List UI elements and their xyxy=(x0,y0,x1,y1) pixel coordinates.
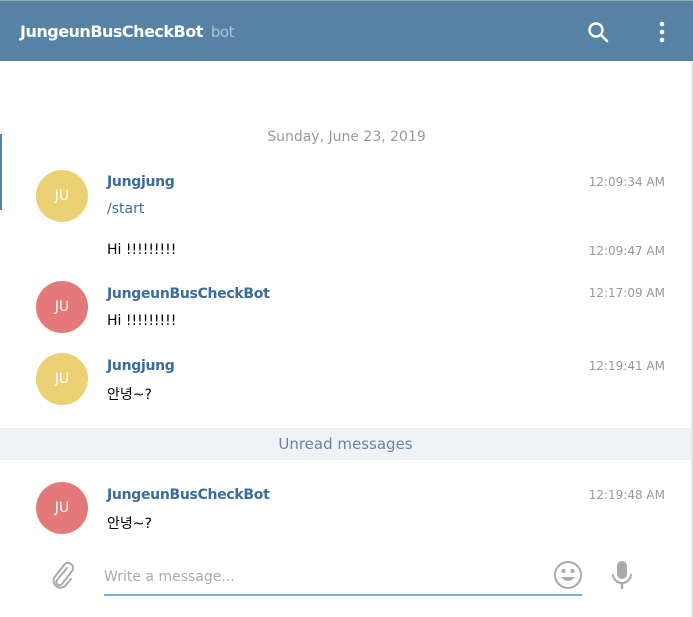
chat-title[interactable]: JungeunBusCheckBot bot xyxy=(20,22,234,41)
message-text: Hi !!!!!!!!! xyxy=(107,242,177,258)
message-text: Hi !!!!!!!!! xyxy=(107,313,177,329)
sender-name[interactable]: Jungjung xyxy=(107,358,175,374)
sender-name[interactable]: JungeunBusCheckBot xyxy=(107,286,270,302)
sender-name[interactable]: JungeunBusCheckBot xyxy=(107,487,270,503)
message-time: 12:09:34 AM xyxy=(588,175,665,189)
selection-indicator xyxy=(0,134,2,210)
more-menu-icon[interactable] xyxy=(656,20,668,44)
message-time: 12:19:48 AM xyxy=(588,488,665,502)
sender-name[interactable]: Jungjung xyxy=(107,174,175,190)
microphone-icon[interactable] xyxy=(610,560,634,590)
message-time: 12:17:09 AM xyxy=(588,286,665,300)
avatar[interactable]: JU xyxy=(36,482,88,534)
avatar[interactable]: JU xyxy=(36,170,88,222)
chat-name[interactable]: JungeunBusCheckBot xyxy=(20,22,203,41)
emoji-icon[interactable] xyxy=(553,560,583,590)
message-text[interactable]: /start xyxy=(107,201,144,217)
search-icon[interactable] xyxy=(587,21,609,43)
message-time: 12:19:41 AM xyxy=(588,359,665,373)
date-separator: Sunday, June 23, 2019 xyxy=(267,129,426,145)
message-input[interactable] xyxy=(104,560,582,596)
chat-header: JungeunBusCheckBot bot xyxy=(0,0,693,61)
message-time: 12:09:47 AM xyxy=(588,244,665,258)
unread-separator: Unread messages xyxy=(0,428,691,460)
attach-paperclip-icon[interactable] xyxy=(47,560,77,590)
chat-subtitle: bot xyxy=(210,23,235,41)
avatar[interactable]: JU xyxy=(36,353,88,405)
message-text: 안녕~? xyxy=(107,516,152,532)
avatar[interactable]: JU xyxy=(36,281,88,333)
message-text: 안녕~? xyxy=(107,387,152,403)
